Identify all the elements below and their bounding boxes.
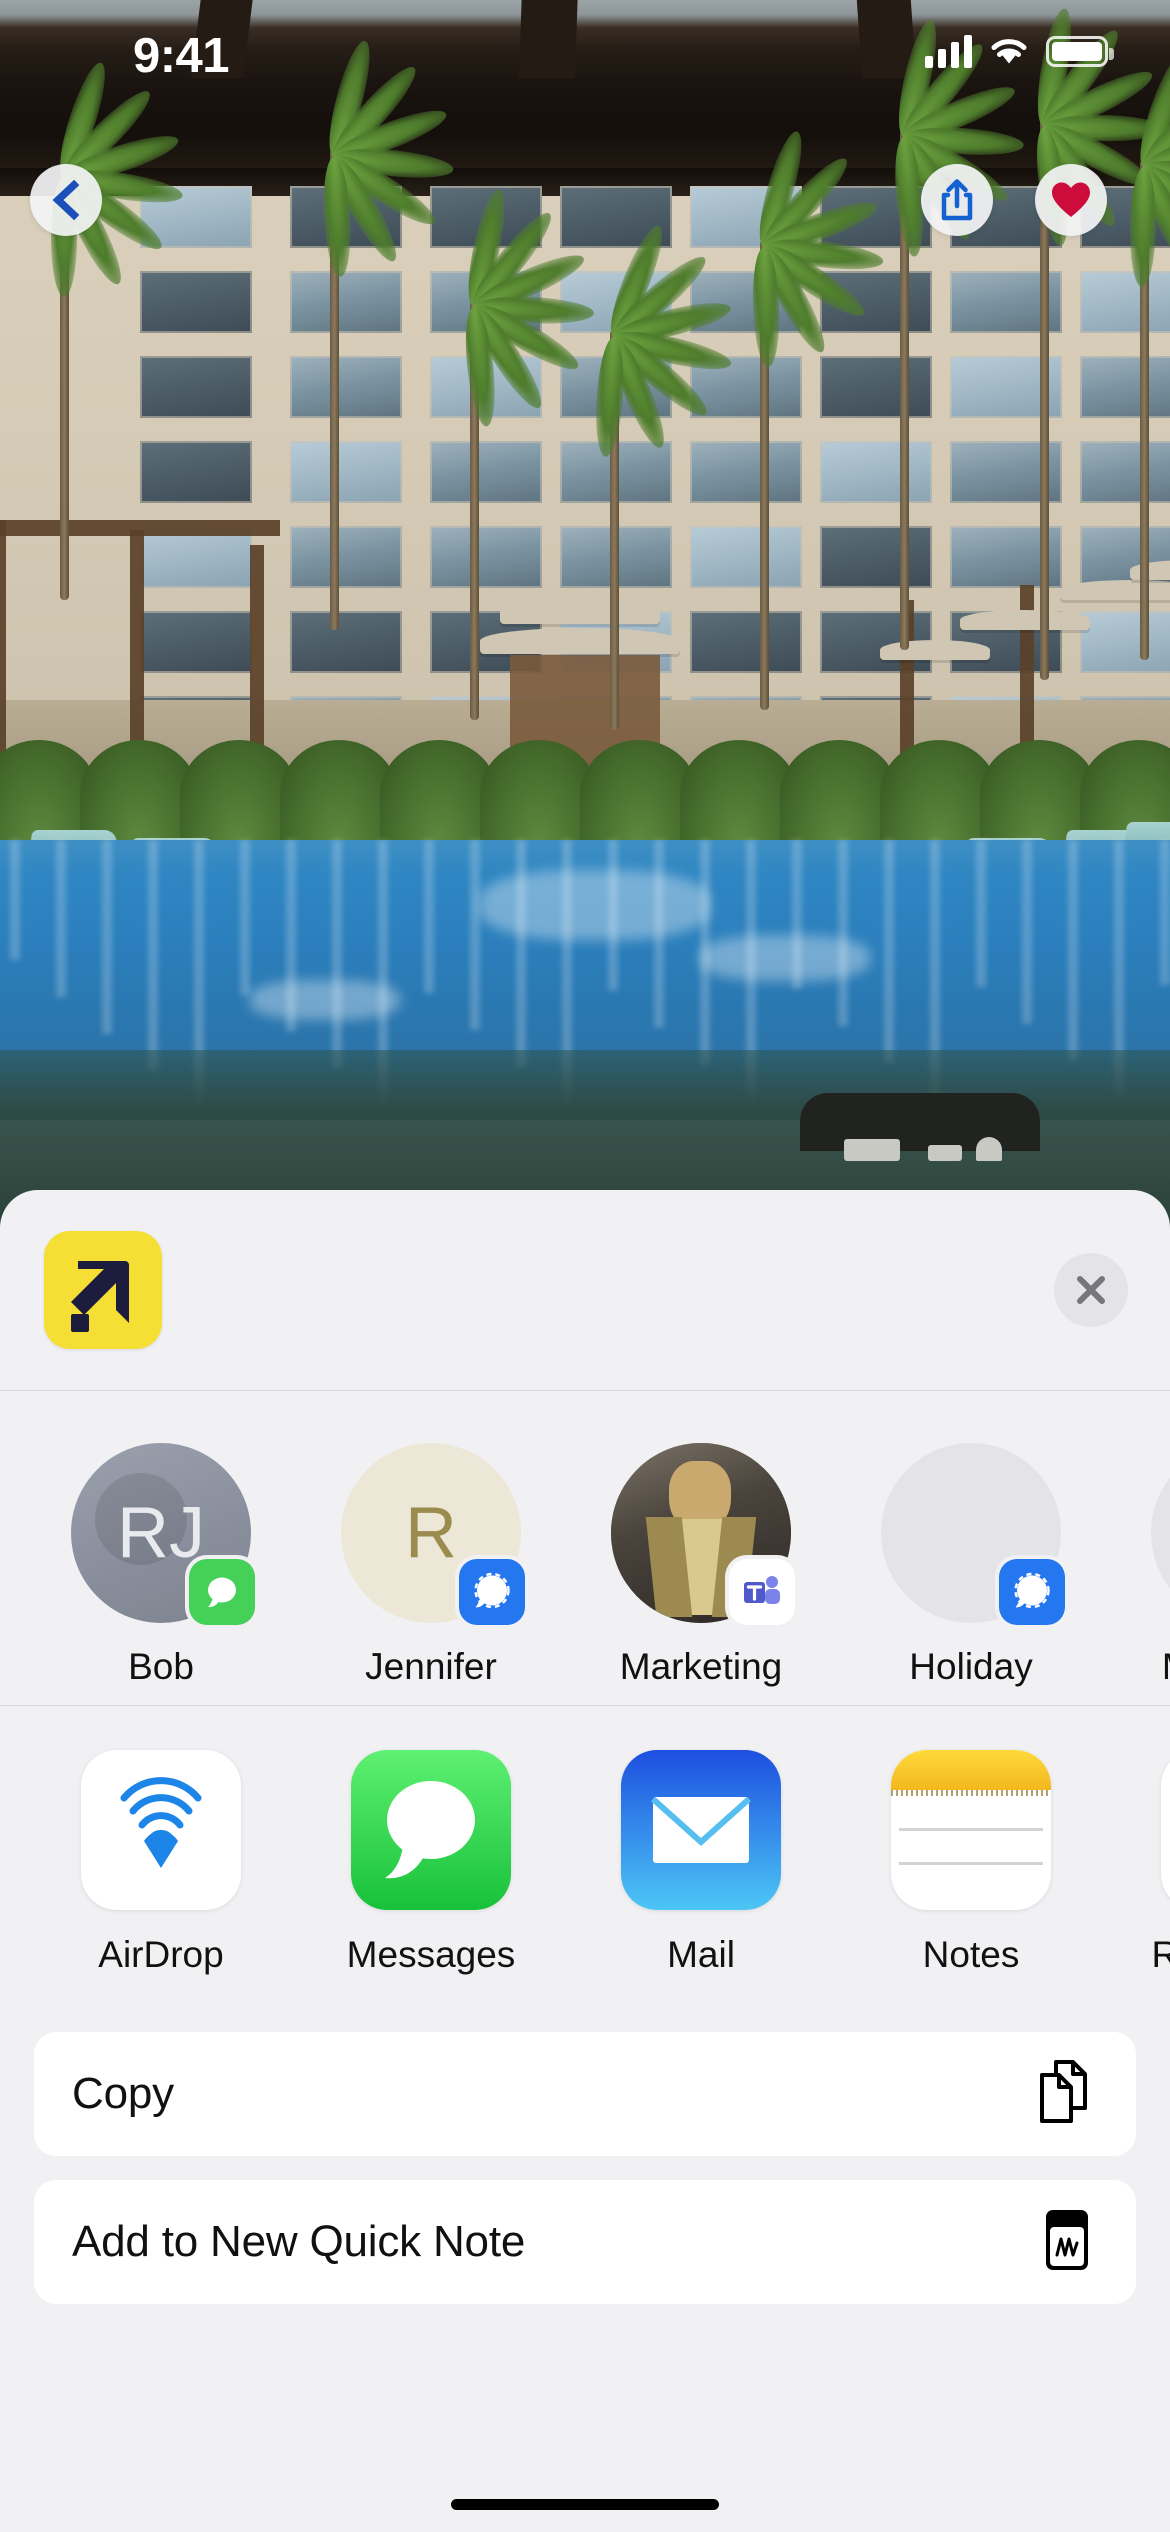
- contact-name: Marketing: [619, 1646, 783, 1687]
- notes-icon: [891, 1750, 1051, 1910]
- airdrop-icon: [81, 1750, 241, 1910]
- contacts-row[interactable]: RJ Bob R Jennifer Marketing Holiday Mee Sam: [0, 1391, 1170, 1705]
- reminders-icon: [1161, 1750, 1170, 1910]
- contact-bob[interactable]: RJ Bob: [26, 1443, 296, 1687]
- action-copy[interactable]: Copy: [34, 2032, 1136, 2156]
- contact-marketing[interactable]: Marketing: [566, 1443, 836, 1687]
- signal-badge-icon: [459, 1559, 525, 1625]
- apps-row[interactable]: AirDrop Messages Mail Notes Reminders: [0, 1706, 1170, 2006]
- chevron-left-icon: [52, 180, 80, 220]
- messages-icon: [351, 1750, 511, 1910]
- contact-name: Holiday: [909, 1646, 1033, 1687]
- avatar: [1151, 1443, 1170, 1623]
- quick-note-icon: [1046, 2209, 1088, 2270]
- avatar: R: [341, 1443, 525, 1625]
- copy-icon: [1040, 2059, 1087, 2123]
- app-airdrop[interactable]: AirDrop: [26, 1750, 296, 1978]
- dark-umbrella: [800, 1093, 1040, 1161]
- quick-note-icon: [1036, 2205, 1098, 2280]
- app-label: Messages: [346, 1934, 516, 1975]
- contact-name: Bob: [128, 1646, 194, 1687]
- photo-background: [0, 0, 1170, 1230]
- home-indicator[interactable]: [451, 2499, 719, 2510]
- signal-badge-icon: [999, 1559, 1065, 1625]
- contact-name: Jennifer: [365, 1646, 497, 1687]
- teams-badge-icon: [729, 1559, 795, 1625]
- source-app-icon: [44, 1231, 162, 1349]
- action-add-to-new-quick-note[interactable]: Add to New Quick Note: [34, 2180, 1136, 2304]
- avatar: [881, 1443, 1065, 1625]
- app-label: Reminders: [1151, 1934, 1170, 1975]
- action-label: Add to New Quick Note: [72, 2217, 526, 2266]
- close-button[interactable]: [1054, 1253, 1128, 1327]
- copy-icon: [1034, 2057, 1098, 2132]
- actions-list: Copy Add to New Quick Note: [0, 2006, 1170, 2304]
- app-mail[interactable]: Mail: [566, 1750, 836, 1978]
- share-up-arrow-icon: [941, 179, 973, 221]
- messages-badge-icon: [189, 1559, 255, 1625]
- share-sheet: RJ Bob R Jennifer Marketing Holiday Mee Sam Ai…: [0, 1190, 1170, 2532]
- contact-jennifer[interactable]: R Jennifer: [296, 1443, 566, 1687]
- contact-name: Mee Sam: [1162, 1645, 1170, 1689]
- action-label: Copy: [72, 2069, 174, 2118]
- avatar-image: [1151, 1443, 1170, 1623]
- app-label: Notes: [922, 1934, 1020, 1975]
- heart-icon: [1052, 182, 1090, 217]
- mail-icon: [621, 1750, 781, 1910]
- app-reminders[interactable]: Reminders: [1106, 1750, 1170, 1978]
- avatar: [611, 1443, 795, 1625]
- app-notes[interactable]: Notes: [836, 1750, 1106, 1978]
- app-messages[interactable]: Messages: [296, 1750, 566, 1978]
- avatar: RJ: [71, 1443, 255, 1625]
- share-sheet-header: [0, 1190, 1170, 1390]
- contact-holiday[interactable]: Holiday: [836, 1443, 1106, 1687]
- share-button[interactable]: [921, 164, 993, 236]
- contact-mee-sam[interactable]: Mee Sam: [1106, 1443, 1170, 1687]
- app-label: Mail: [667, 1934, 735, 1975]
- app-label: AirDrop: [98, 1934, 224, 1975]
- favorite-button[interactable]: [1035, 164, 1107, 236]
- back-button[interactable]: [30, 164, 102, 236]
- close-icon: [1077, 1276, 1105, 1304]
